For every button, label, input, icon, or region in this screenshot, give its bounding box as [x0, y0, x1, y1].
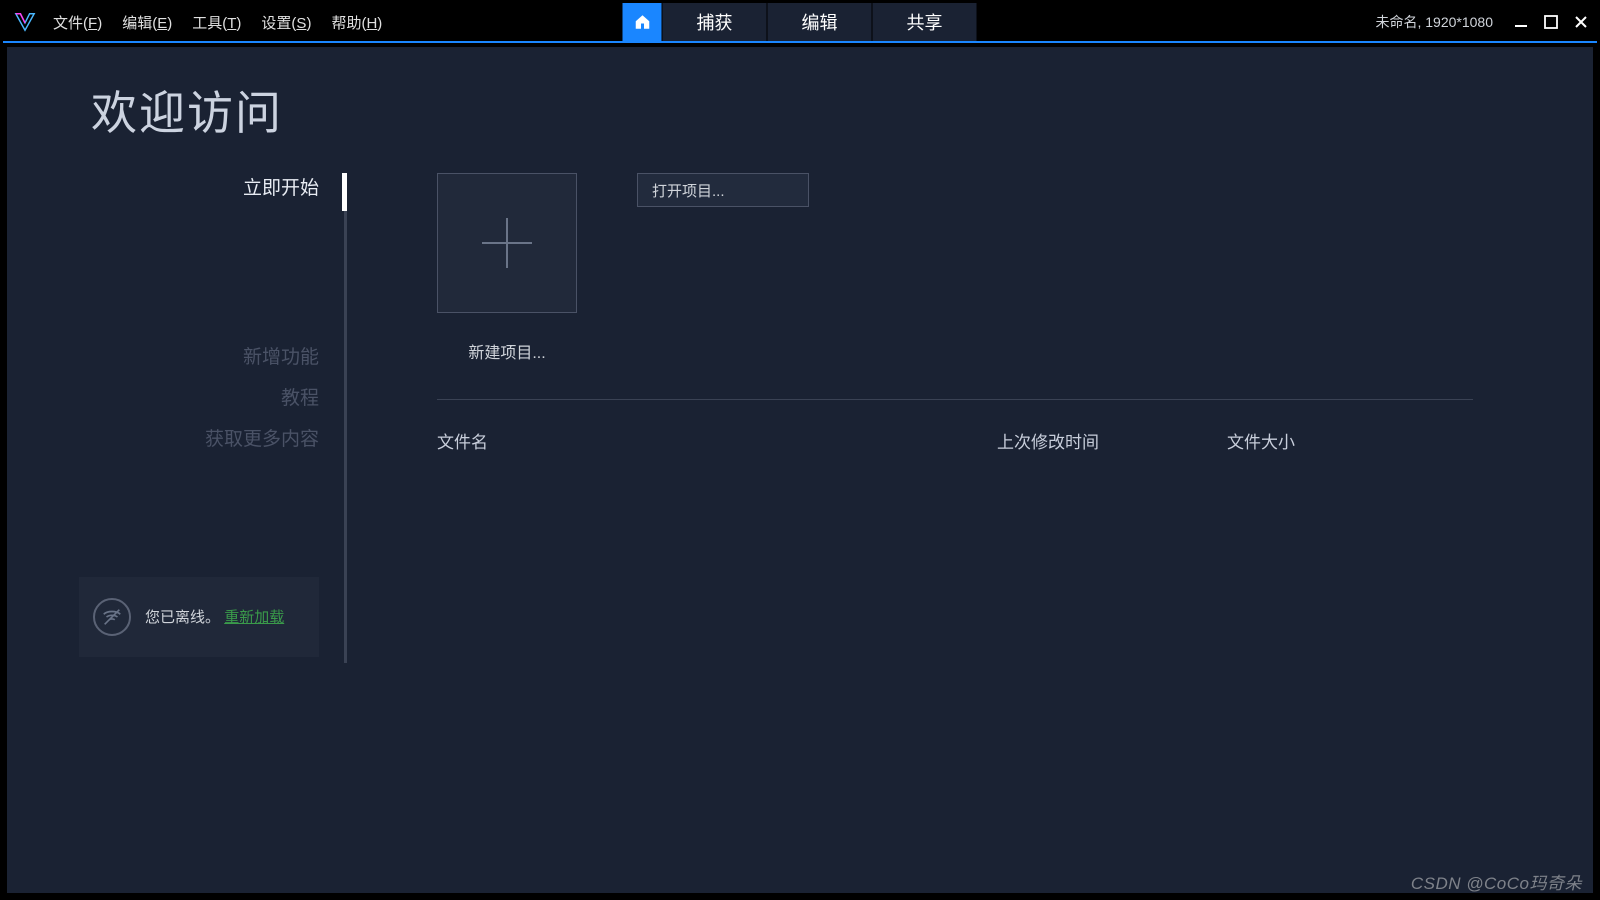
menu-file[interactable]: 文件(F) [53, 12, 102, 33]
col-size: 文件大小 [1227, 428, 1473, 453]
tab-edit[interactable]: 编辑 [768, 3, 873, 41]
divider [437, 399, 1473, 400]
close-button[interactable] [1573, 14, 1589, 30]
plus-icon [482, 218, 532, 268]
app-window: 文件(F) 编辑(E) 工具(T) 设置(S) 帮助(H) 捕获 编辑 共享 未… [3, 3, 1597, 897]
main-area: 新建项目... 打开项目... 文件名 上次修改时间 文件大小 [347, 173, 1593, 893]
tab-home[interactable] [623, 3, 663, 41]
document-status: 未命名, 1920*1080 [1375, 12, 1493, 32]
welcome-sidebar: 立即开始 新增功能 教程 获取更多内容 您已离线。 重新加载 [7, 173, 347, 893]
tab-share[interactable]: 共享 [873, 3, 978, 41]
col-filename: 文件名 [437, 428, 997, 453]
window-controls: 未命名, 1920*1080 [1375, 12, 1589, 32]
new-project-label: 新建项目... [468, 339, 545, 363]
minimize-button[interactable] [1513, 14, 1529, 30]
minimize-icon [1514, 15, 1528, 29]
new-project-button[interactable]: 新建项目... [437, 173, 577, 363]
titlebar: 文件(F) 编辑(E) 工具(T) 设置(S) 帮助(H) 捕获 编辑 共享 未… [3, 3, 1597, 43]
page-title: 欢迎访问 [91, 77, 1593, 143]
menu-edit[interactable]: 编辑(E) [122, 12, 172, 33]
new-project-tile [437, 173, 577, 313]
sidebar-divider [344, 173, 347, 663]
maximize-button[interactable] [1543, 14, 1559, 30]
sidebar-item-tutorials[interactable]: 教程 [281, 383, 319, 410]
offline-icon [93, 598, 131, 636]
tab-capture[interactable]: 捕获 [663, 3, 768, 41]
workspace: 欢迎访问 立即开始 新增功能 教程 获取更多内容 [7, 47, 1593, 893]
watermark: CSDN @CoCo玛奇朵 [1411, 869, 1582, 894]
menu-tools[interactable]: 工具(T) [192, 12, 241, 33]
col-modified: 上次修改时间 [997, 428, 1227, 453]
reload-link[interactable]: 重新加载 [224, 609, 284, 626]
sidebar-item-start[interactable]: 立即开始 [243, 173, 319, 200]
open-project-button[interactable]: 打开项目... [637, 173, 809, 207]
action-row: 新建项目... 打开项目... [437, 173, 1473, 363]
maximize-icon [1544, 15, 1558, 29]
mode-tabs: 捕获 编辑 共享 [623, 3, 978, 41]
menubar: 文件(F) 编辑(E) 工具(T) 设置(S) 帮助(H) [53, 12, 382, 33]
offline-text: 您已离线。 重新加载 [145, 607, 284, 628]
sidebar-item-getmore[interactable]: 获取更多内容 [205, 424, 319, 451]
recent-table-header: 文件名 上次修改时间 文件大小 [437, 428, 1473, 453]
sidebar-item-whatsnew[interactable]: 新增功能 [243, 342, 319, 369]
home-icon [633, 13, 651, 31]
close-icon [1574, 15, 1588, 29]
offline-notice: 您已离线。 重新加载 [79, 577, 319, 657]
menu-settings[interactable]: 设置(S) [261, 12, 311, 33]
content-row: 立即开始 新增功能 教程 获取更多内容 您已离线。 重新加载 [7, 173, 1593, 893]
app-logo-icon [11, 8, 39, 36]
menu-help[interactable]: 帮助(H) [331, 12, 382, 33]
